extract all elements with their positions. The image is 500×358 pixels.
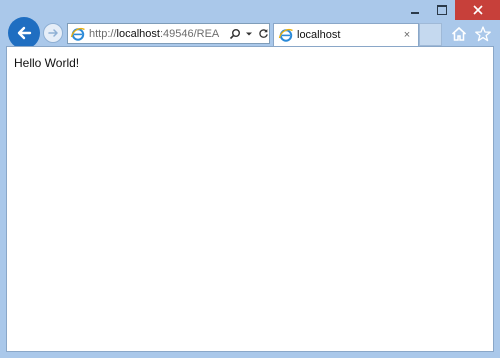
back-button[interactable] (8, 17, 40, 49)
back-arrow-icon (17, 26, 32, 40)
ie-logo-icon (278, 28, 293, 42)
address-text[interactable]: http://localhost:49546/REA (89, 28, 226, 40)
close-window-button[interactable] (455, 0, 500, 20)
close-icon (472, 5, 483, 15)
favorites-star-icon[interactable] (474, 25, 492, 43)
page-text: Hello World! (14, 56, 80, 70)
minimize-icon (410, 12, 419, 14)
maximize-icon (436, 5, 447, 15)
refresh-button[interactable] (256, 26, 270, 42)
ie-logo-icon (70, 27, 85, 41)
forward-button[interactable] (43, 23, 63, 43)
tab-localhost[interactable]: localhost × (273, 23, 419, 46)
address-protocol: http:// (89, 27, 117, 40)
search-button[interactable] (228, 26, 242, 42)
dropdown-icon (246, 32, 252, 35)
page-content: Hello World! (6, 46, 494, 352)
refresh-icon (258, 29, 268, 38)
tab-label: localhost (297, 29, 341, 41)
address-dropdown-button[interactable] (242, 26, 256, 42)
address-tools (228, 26, 270, 42)
window-caption-controls (401, 0, 500, 20)
address-path: :49546/REA (159, 27, 220, 40)
minimize-button[interactable] (401, 0, 428, 20)
address-bar[interactable]: http://localhost:49546/REA (67, 23, 270, 44)
home-icon[interactable] (450, 25, 468, 43)
address-host: localhost (116, 27, 160, 40)
browser-window: http://localhost:49546/REA localhost × H… (0, 0, 500, 358)
forward-arrow-icon (48, 29, 58, 37)
maximize-button[interactable] (428, 0, 455, 20)
search-icon (229, 28, 240, 39)
tab-close-button[interactable]: × (400, 29, 414, 41)
new-tab-button[interactable] (419, 23, 442, 46)
